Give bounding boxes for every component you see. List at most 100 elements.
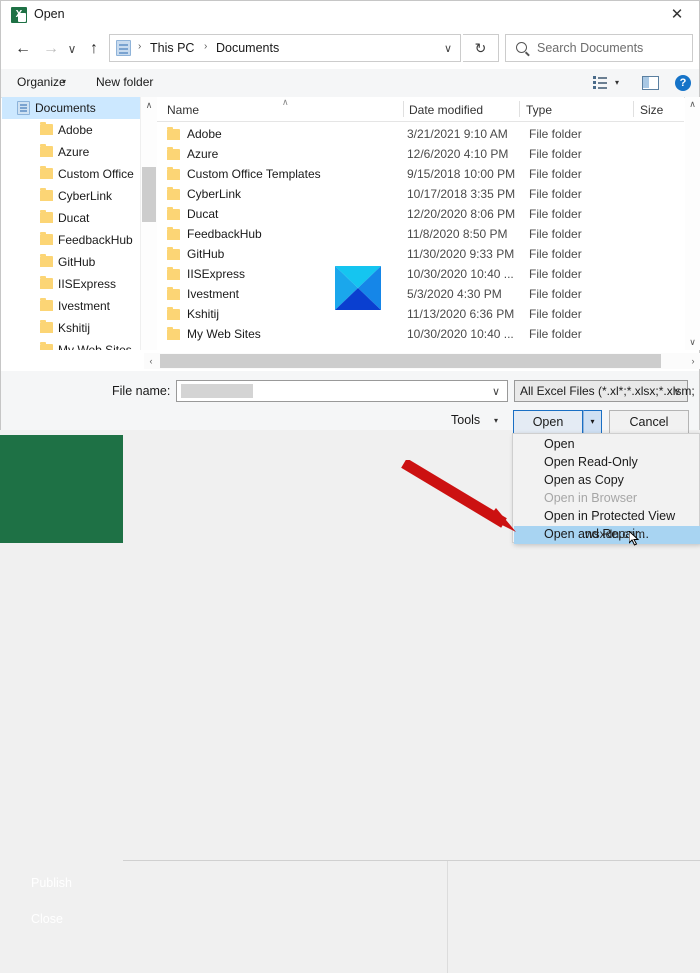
back-icon[interactable]: ← — [9, 29, 37, 69]
close-icon[interactable]: ✕ — [655, 1, 699, 28]
folder-icon — [40, 188, 53, 201]
red-arrow-annotation — [401, 460, 516, 532]
search-input[interactable]: Search Documents — [505, 34, 693, 62]
table-row[interactable]: Ducat 12/20/2020 8:06 PM File folder — [157, 204, 684, 224]
dialog-titlebar: X Open ✕ — [1, 1, 699, 29]
scroll-up-icon[interactable]: ∧ — [141, 97, 157, 113]
sidebar-item-custom-office[interactable]: Custom Office — [2, 163, 140, 185]
chevron-down-icon[interactable]: ∨ — [492, 385, 500, 398]
folder-icon — [40, 342, 53, 350]
table-row[interactable]: Adobe 3/21/2021 9:10 AM File folder — [157, 124, 684, 144]
up-one-level-icon[interactable]: ↑ — [83, 29, 105, 69]
table-row[interactable]: FeedbackHub 11/8/2020 8:50 PM File folder — [157, 224, 684, 244]
blue-x-graphic — [335, 266, 381, 310]
new-folder-button[interactable]: New folder — [96, 75, 153, 89]
menu-item-open-as-copy[interactable]: Open as Copy — [514, 472, 700, 490]
refresh-icon[interactable]: ↻ — [463, 34, 499, 62]
backstage-vertical-rule — [447, 861, 448, 973]
table-row[interactable]: CyberLink 10/17/2018 3:35 PM File folder — [157, 184, 684, 204]
menu-item-open-in-protected-view[interactable]: Open in Protected View — [514, 508, 700, 526]
sidebar-item-feedbackhub[interactable]: FeedbackHub — [2, 229, 140, 251]
scroll-down-icon[interactable]: ∨ — [685, 335, 700, 350]
cell-name: CyberLink — [187, 187, 242, 201]
cell-type: File folder — [529, 267, 582, 281]
breadcrumb-this-pc[interactable]: This PC — [150, 41, 194, 55]
chevron-down-icon[interactable]: ▾ — [615, 78, 619, 87]
folder-icon — [167, 147, 180, 160]
table-row[interactable]: My Web Sites 10/30/2020 10:40 ... File fol… — [157, 324, 684, 344]
sidebar-item-label: My Web Sites — [58, 343, 132, 350]
sidebar-item-label: Custom Office — [58, 167, 134, 181]
tools-button[interactable]: Tools — [451, 413, 480, 427]
address-bar[interactable]: › This PC › Documents ∨ — [109, 34, 461, 62]
file-list-scrollbar[interactable]: ∧ ∨ — [685, 97, 700, 350]
search-icon — [516, 42, 527, 53]
chevron-down-icon[interactable]: ▾ — [494, 416, 498, 425]
tree-scrollbar-thumb[interactable] — [142, 167, 156, 222]
view-layout-icon[interactable] — [593, 76, 608, 90]
horizontal-scrollbar-thumb[interactable] — [160, 354, 661, 368]
scroll-left-icon[interactable]: ‹ — [144, 353, 158, 369]
column-header-name[interactable]: Name — [167, 103, 199, 117]
cell-name: Kshitij — [187, 307, 220, 321]
help-icon[interactable]: ? — [675, 75, 691, 91]
horizontal-scrollbar[interactable]: ‹ › — [144, 353, 700, 369]
backstage-item-close[interactable]: Close — [31, 912, 63, 926]
file-name-selection — [181, 384, 253, 398]
cell-name: Custom Office Templates — [187, 167, 321, 181]
chevron-down-icon[interactable]: ∨ — [673, 385, 681, 398]
menu-item-open-read-only[interactable]: Open Read-Only — [514, 454, 700, 472]
table-row[interactable]: Kshitij 11/13/2020 6:36 PM File folder — [157, 304, 684, 324]
sidebar-item-iisexpress[interactable]: IISExpress — [2, 273, 140, 295]
menu-item-open[interactable]: Open — [514, 436, 700, 454]
backstage-item-publish[interactable]: Publish — [31, 876, 72, 890]
chevron-down-icon[interactable]: ∨ — [444, 42, 452, 55]
cell-type: File folder — [529, 327, 582, 341]
folder-icon — [167, 307, 180, 320]
table-row[interactable]: Ivestment 5/3/2020 4:30 PM File folder — [157, 284, 684, 304]
organize-button[interactable]: Organize — [17, 75, 66, 89]
sidebar-item-kshitij[interactable]: Kshitij — [2, 317, 140, 339]
sidebar-item-adobe[interactable]: Adobe — [2, 119, 140, 141]
breadcrumb-documents[interactable]: Documents — [216, 41, 279, 55]
sidebar-item-azure[interactable]: Azure — [2, 141, 140, 163]
scroll-up-icon[interactable]: ∧ — [685, 97, 700, 112]
table-row[interactable]: GitHub 11/30/2020 9:33 PM File folder — [157, 244, 684, 264]
table-row[interactable]: Azure 12/6/2020 4:10 PM File folder — [157, 144, 684, 164]
recent-locations-icon[interactable]: ∨ — [61, 29, 83, 69]
sort-indicator-icon: ∧ — [282, 97, 289, 107]
sidebar-item-documents[interactable]: Documents — [2, 97, 140, 119]
sidebar-item-github[interactable]: GitHub — [2, 251, 140, 273]
column-header-size[interactable]: Size — [640, 103, 663, 117]
file-type-select[interactable]: All Excel Files (*.xl*;*.xlsx;*.xlsm; ∨ — [514, 380, 695, 402]
column-header-type[interactable]: Type — [526, 103, 552, 117]
folder-icon — [40, 320, 53, 333]
file-name-input[interactable]: ∨ — [176, 380, 508, 402]
cell-name: FeedbackHub — [187, 227, 262, 241]
cell-name: Adobe — [187, 127, 222, 141]
cancel-button[interactable]: Cancel — [609, 410, 689, 434]
scroll-right-icon[interactable]: › — [686, 353, 700, 369]
sidebar-item-ducat[interactable]: Ducat — [2, 207, 140, 229]
preview-pane-icon[interactable] — [642, 76, 659, 90]
open-button[interactable]: Open — [513, 410, 583, 434]
column-header-date[interactable]: Date modified — [409, 103, 483, 117]
sidebar-item-label: Adobe — [58, 123, 93, 137]
navigation-tree-pane: Documents Adobe Azure Custom Office CyberLin… — [2, 97, 140, 350]
sidebar-item-cyberlink[interactable]: CyberLink — [2, 185, 140, 207]
file-list-pane: Name ∧ Date modified Type Size Adobe 3/21… — [157, 97, 684, 350]
table-row[interactable]: IISExpress 10/30/2020 10:40 ... File folde… — [157, 264, 684, 284]
cell-date-modified: 9/15/2018 10:00 PM — [407, 167, 516, 181]
breadcrumb-separator-1: › — [138, 41, 142, 52]
sidebar-item-label: FeedbackHub — [58, 233, 133, 247]
chevron-down-icon[interactable]: ▾ — [62, 77, 66, 86]
open-dropdown-toggle[interactable]: ▾ — [583, 410, 602, 434]
cell-name: GitHub — [187, 247, 225, 261]
folder-icon — [167, 207, 180, 220]
sidebar-item-my-web-sites[interactable]: My Web Sites — [2, 339, 140, 350]
folder-icon — [167, 227, 180, 240]
sidebar-item-ivestment[interactable]: Ivestment — [2, 295, 140, 317]
cell-type: File folder — [529, 247, 582, 261]
tree-scrollbar[interactable]: ∧ — [140, 97, 157, 350]
table-row[interactable]: Custom Office Templates 9/15/2018 10:00 P… — [157, 164, 684, 184]
